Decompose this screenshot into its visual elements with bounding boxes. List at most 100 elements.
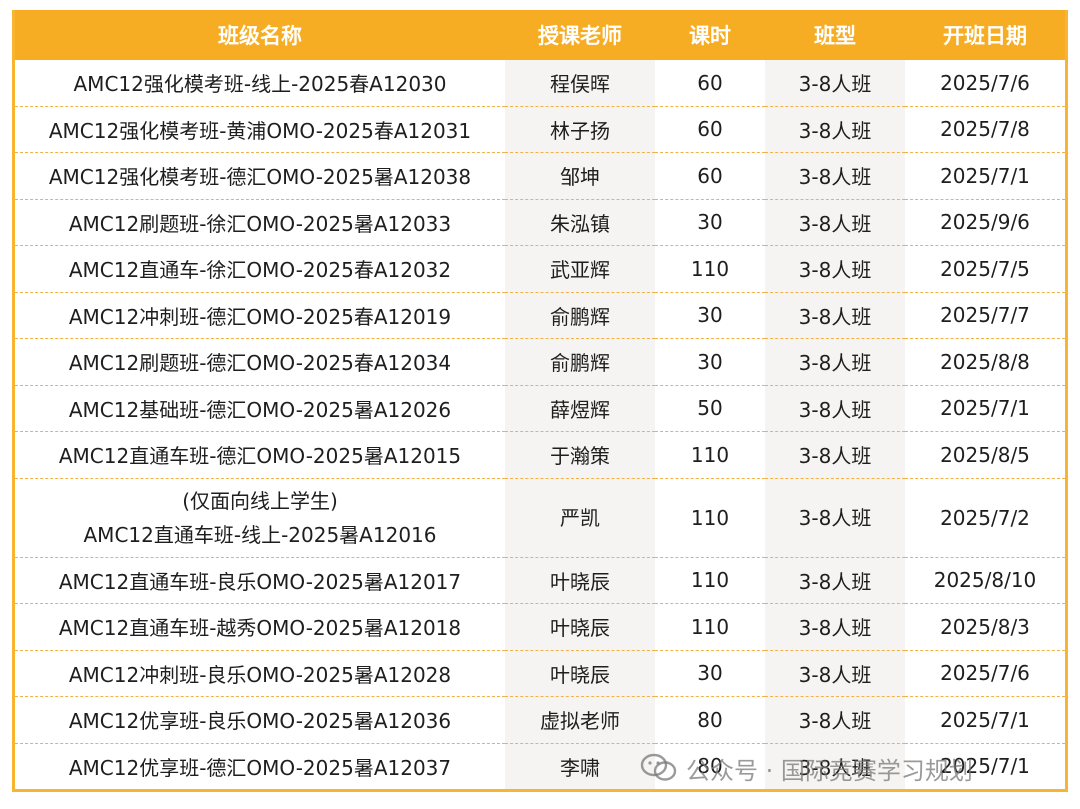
- cell-class-name: AMC12直通车班-良乐OMO-2025暑A12017: [15, 557, 505, 604]
- class-name-text: AMC12直通车班-越秀OMO-2025暑A12018: [58, 616, 462, 641]
- cell-class-type: 3-8人班: [765, 557, 905, 604]
- class-name-text: AMC12刷题班-德汇OMO-2025春A12034: [68, 351, 452, 376]
- cell-start-date: 2025/8/8: [905, 338, 1065, 386]
- cell-class-name: AMC12刷题班-德汇OMO-2025春A12034: [15, 338, 505, 386]
- table-row: (仅面向线上学生) AMC12直通车班-线上-2025暑A12016 严凯 110 3-…: [15, 478, 1065, 558]
- table-row: AMC12强化模考班-线上-2025春A12030 程俣晖 60 3-8人班 2025/…: [15, 60, 1065, 107]
- table-row: AMC12优享班-德汇OMO-2025暑A12037 李啸 80 3-8人班 2025/…: [15, 743, 1065, 789]
- cell-teacher: 李啸: [505, 743, 655, 789]
- cell-teacher: 邹坤: [505, 152, 655, 200]
- class-name-text: AMC12直通车班-线上-2025暑A12016: [83, 522, 437, 547]
- table-row: AMC12优享班-良乐OMO-2025暑A12036 虚拟老师 80 3-8人班 202…: [15, 696, 1065, 744]
- cell-class-type: 3-8人班: [765, 743, 905, 789]
- cell-teacher: 叶晓辰: [505, 650, 655, 697]
- cell-class-type: 3-8人班: [765, 478, 905, 558]
- cell-class-name: AMC12强化模考班-黄浦OMO-2025春A12031: [15, 106, 505, 153]
- cell-class-name: AMC12冲刺班-良乐OMO-2025暑A12028: [15, 650, 505, 697]
- cell-teacher: 于瀚策: [505, 431, 655, 479]
- cell-class-name: AMC12直通车-徐汇OMO-2025春A12032: [15, 245, 505, 293]
- cell-hours: 110: [655, 431, 765, 479]
- class-name-text: AMC12优享班-良乐OMO-2025暑A12036: [68, 709, 452, 734]
- table-row: AMC12直通车班-德汇OMO-2025暑A12015 于瀚策 110 3-8人班 20…: [15, 431, 1065, 479]
- cell-class-type: 3-8人班: [765, 603, 905, 651]
- table-row: AMC12冲刺班-良乐OMO-2025暑A12028 叶晓辰 30 3-8人班 2025…: [15, 650, 1065, 697]
- cell-start-date: 2025/9/6: [905, 199, 1065, 246]
- cell-hours: 80: [655, 743, 765, 789]
- cell-hours: 80: [655, 696, 765, 744]
- cell-start-date: 2025/7/6: [905, 650, 1065, 697]
- class-name-text: AMC12直通车班-良乐OMO-2025暑A12017: [58, 569, 462, 594]
- cell-hours: 110: [655, 478, 765, 558]
- header-start-date: 开班日期: [905, 10, 1065, 60]
- cell-start-date: 2025/7/1: [905, 696, 1065, 744]
- table-body: AMC12强化模考班-线上-2025春A12030 程俣晖 60 3-8人班 2025/…: [15, 60, 1065, 789]
- cell-hours: 60: [655, 106, 765, 153]
- table-row: AMC12基础班-德汇OMO-2025暑A12026 薛煜辉 50 3-8人班 2025…: [15, 385, 1065, 432]
- cell-teacher: 武亚辉: [505, 245, 655, 293]
- table-row: AMC12直通车班-良乐OMO-2025暑A12017 叶晓辰 110 3-8人班 20…: [15, 557, 1065, 604]
- class-name-text: AMC12直通车班-德汇OMO-2025暑A12015: [58, 444, 462, 469]
- cell-teacher: 俞鹏辉: [505, 338, 655, 386]
- cell-teacher: 严凯: [505, 478, 655, 558]
- cell-teacher: 叶晓辰: [505, 557, 655, 604]
- cell-class-name: AMC12刷题班-徐汇OMO-2025暑A12033: [15, 199, 505, 246]
- cell-class-name: AMC12直通车班-德汇OMO-2025暑A12015: [15, 431, 505, 479]
- cell-hours: 30: [655, 199, 765, 246]
- cell-teacher: 虚拟老师: [505, 696, 655, 744]
- cell-start-date: 2025/7/8: [905, 106, 1065, 153]
- table-row: AMC12刷题班-徐汇OMO-2025暑A12033 朱泓镇 30 3-8人班 2025…: [15, 199, 1065, 246]
- table-row: AMC12直通车班-越秀OMO-2025暑A12018 叶晓辰 110 3-8人班 20…: [15, 603, 1065, 651]
- cell-class-type: 3-8人班: [765, 696, 905, 744]
- header-teacher: 授课老师: [505, 10, 655, 60]
- cell-teacher: 程俣晖: [505, 60, 655, 107]
- cell-hours: 60: [655, 152, 765, 200]
- header-class-type: 班型: [765, 10, 905, 60]
- table-row: AMC12强化模考班-德汇OMO-2025暑A12038 邹坤 60 3-8人班 202…: [15, 152, 1065, 200]
- cell-hours: 30: [655, 650, 765, 697]
- table-row: AMC12直通车-徐汇OMO-2025春A12032 武亚辉 110 3-8人班 202…: [15, 245, 1065, 293]
- cell-class-name: AMC12强化模考班-德汇OMO-2025暑A12038: [15, 152, 505, 200]
- cell-class-name: (仅面向线上学生) AMC12直通车班-线上-2025暑A12016: [15, 478, 505, 558]
- class-name-text: AMC12刷题班-徐汇OMO-2025暑A12033: [68, 211, 452, 236]
- header-hours: 课时: [655, 10, 765, 60]
- course-table: 班级名称 授课老师 课时 班型 开班日期 AMC12强化模考班-线上-2025春…: [15, 10, 1065, 789]
- cell-class-type: 3-8人班: [765, 385, 905, 432]
- header-row: 班级名称 授课老师 课时 班型 开班日期: [15, 10, 1065, 60]
- cell-class-type: 3-8人班: [765, 431, 905, 479]
- cell-teacher: 林子扬: [505, 106, 655, 153]
- cell-class-type: 3-8人班: [765, 292, 905, 339]
- cell-hours: 110: [655, 603, 765, 651]
- cell-hours: 30: [655, 292, 765, 339]
- cell-start-date: 2025/8/5: [905, 431, 1065, 479]
- cell-teacher: 薛煜辉: [505, 385, 655, 432]
- cell-class-type: 3-8人班: [765, 152, 905, 200]
- table-header: 班级名称 授课老师 课时 班型 开班日期: [15, 10, 1065, 60]
- cell-start-date: 2025/7/5: [905, 245, 1065, 293]
- cell-start-date: 2025/7/1: [905, 152, 1065, 200]
- cell-start-date: 2025/7/1: [905, 743, 1065, 789]
- cell-class-name: AMC12冲刺班-德汇OMO-2025春A12019: [15, 292, 505, 339]
- class-name-text: AMC12冲刺班-良乐OMO-2025暑A12028: [68, 662, 452, 687]
- cell-teacher: 叶晓辰: [505, 603, 655, 651]
- cell-start-date: 2025/7/1: [905, 385, 1065, 432]
- cell-start-date: 2025/8/10: [905, 557, 1065, 604]
- cell-hours: 60: [655, 60, 765, 107]
- class-name-text: AMC12基础班-德汇OMO-2025暑A12026: [68, 397, 452, 422]
- class-name-text: AMC12直通车-徐汇OMO-2025春A12032: [68, 258, 452, 283]
- cell-class-type: 3-8人班: [765, 650, 905, 697]
- cell-teacher: 朱泓镇: [505, 199, 655, 246]
- table-row: AMC12冲刺班-德汇OMO-2025春A12019 俞鹏辉 30 3-8人班 2025…: [15, 292, 1065, 339]
- cell-class-type: 3-8人班: [765, 245, 905, 293]
- cell-class-type: 3-8人班: [765, 199, 905, 246]
- cell-start-date: 2025/7/6: [905, 60, 1065, 107]
- cell-class-name: AMC12直通车班-越秀OMO-2025暑A12018: [15, 603, 505, 651]
- cell-class-name: AMC12基础班-德汇OMO-2025暑A12026: [15, 385, 505, 432]
- course-table-wrapper: 班级名称 授课老师 课时 班型 开班日期 AMC12强化模考班-线上-2025春…: [12, 10, 1068, 792]
- class-name-text: AMC12强化模考班-德汇OMO-2025暑A12038: [48, 165, 472, 190]
- cell-class-type: 3-8人班: [765, 60, 905, 107]
- cell-start-date: 2025/7/7: [905, 292, 1065, 339]
- cell-class-type: 3-8人班: [765, 338, 905, 386]
- table-row: AMC12强化模考班-黄浦OMO-2025春A12031 林子扬 60 3-8人班 20…: [15, 106, 1065, 153]
- cell-teacher: 俞鹏辉: [505, 292, 655, 339]
- cell-hours: 110: [655, 557, 765, 604]
